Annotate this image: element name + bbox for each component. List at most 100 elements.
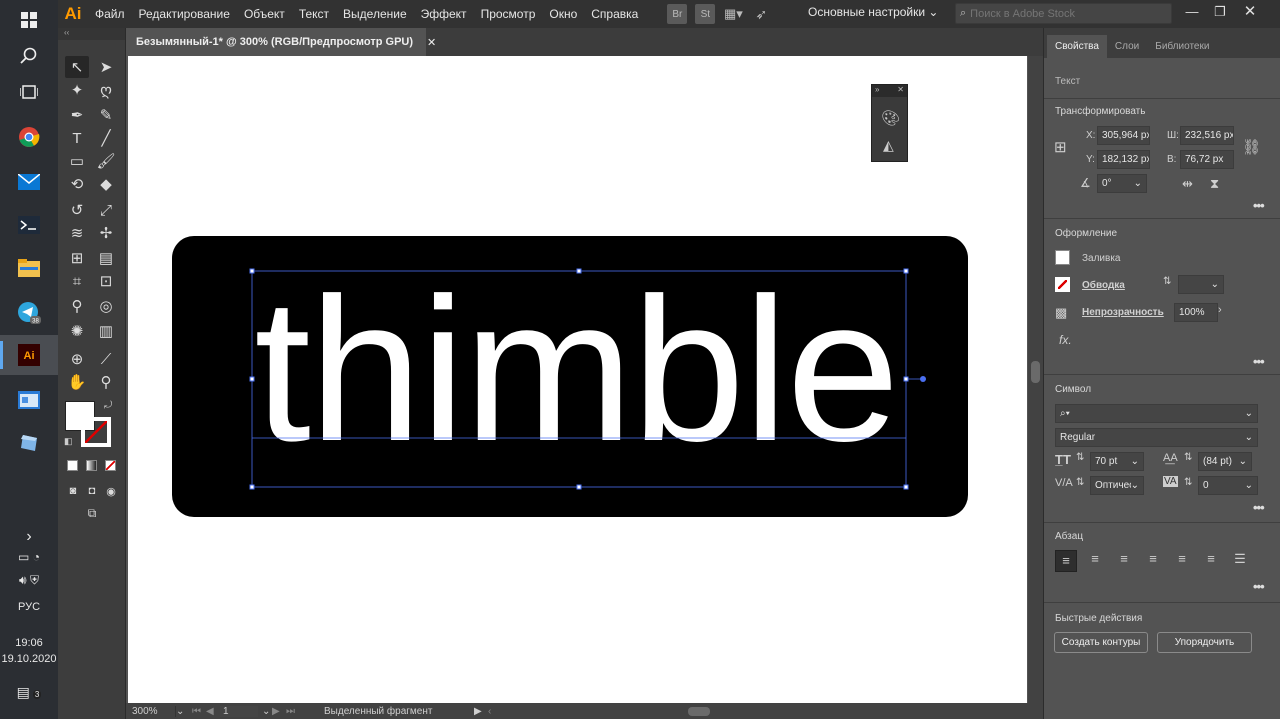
justify-left-icon[interactable]: ≡ (1142, 551, 1164, 566)
close-tab-icon[interactable]: ✕ (427, 36, 436, 49)
mesh-tool-icon[interactable]: ⌗ (65, 270, 89, 292)
align-left-icon[interactable]: ≡ (1055, 550, 1077, 572)
arrange-button[interactable]: Упорядочить (1157, 632, 1252, 653)
more-options-icon[interactable]: ••• (1253, 579, 1265, 594)
angle-field[interactable]: 0° ⌄ (1097, 174, 1147, 193)
hand-tool-icon[interactable]: ✋ (65, 371, 89, 393)
perspective-grid-tool-icon[interactable]: ⊡ (94, 270, 118, 292)
opacity-arrow-icon[interactable]: › (1218, 304, 1222, 316)
arrange-documents-icon[interactable]: ▦▾ (723, 4, 743, 24)
show-hidden-icons-chevron[interactable]: › (0, 528, 58, 546)
scale-tool-icon[interactable]: ⤢ (94, 199, 118, 221)
curvature-tool-icon[interactable]: ✎ (94, 104, 118, 126)
document-tab[interactable]: Безымянный-1* @ 300% (RGB/Предпросмотр G… (126, 28, 436, 56)
lasso-tool-icon[interactable]: ღ (94, 79, 118, 101)
more-options-icon[interactable]: ••• (1253, 354, 1265, 369)
width-field[interactable]: 232,516 px (1180, 126, 1234, 145)
stock-search-box[interactable]: ⌕ (955, 3, 1172, 24)
tab-properties[interactable]: Свойства (1047, 35, 1107, 58)
justify-center-icon[interactable]: ≡ (1171, 551, 1193, 566)
stroke-weight-field[interactable]: ⌄ (1178, 275, 1224, 294)
stock-search-input[interactable] (970, 7, 1151, 20)
restore-button[interactable]: ❐ (1205, 2, 1235, 22)
tracking-chevron-icon[interactable]: ⌄ (1245, 477, 1253, 494)
tracking-stepper-icon[interactable]: ⇅ (1184, 477, 1192, 488)
justify-right-icon[interactable]: ≡ (1200, 551, 1222, 566)
opacity-label[interactable]: Непрозрачность (1082, 307, 1164, 318)
task-view-button[interactable] (0, 72, 58, 112)
leading-field[interactable]: (84 pt) ⌄ (1198, 452, 1252, 471)
image-trace-icon[interactable]: ◭ (883, 137, 894, 154)
zoom-chevron-icon[interactable]: ⌄ (176, 706, 192, 717)
pen-tool-icon[interactable]: ✒ (65, 104, 89, 126)
font-size-field[interactable]: 70 pt ⌄ (1090, 452, 1144, 471)
constrain-proportions-icon[interactable]: ⛓ (1242, 138, 1261, 156)
blend-tool-icon[interactable]: ◎ (94, 295, 118, 317)
close-window-button[interactable]: ✕ (1235, 2, 1265, 22)
font-family-field[interactable]: ⌕▾ ⌄ (1055, 404, 1258, 423)
menu-file[interactable]: Файл (88, 7, 132, 21)
reference-point-icon[interactable]: ⊞ (1054, 138, 1067, 156)
direct-selection-tool-icon[interactable]: ➤ (94, 56, 118, 78)
line-tool-icon[interactable]: ╱ (94, 127, 118, 149)
artboard-chevron-icon[interactable]: ⌄ (258, 706, 272, 717)
menu-view[interactable]: Просмотр (474, 7, 543, 21)
tray-language[interactable]: РУС (0, 601, 58, 613)
menu-window[interactable]: Окно (542, 7, 584, 21)
font-size-chevron-icon[interactable]: ⌄ (1131, 453, 1139, 470)
artboard-tool-icon[interactable]: ⊕ (65, 348, 89, 370)
gradient-tool-icon[interactable]: ▤ (94, 247, 118, 269)
tracking-field[interactable]: 0 ⌄ (1198, 476, 1258, 495)
scrollbar-thumb[interactable] (1031, 361, 1040, 383)
tray-clock-date[interactable]: 19.10.2020 (0, 653, 58, 665)
eyedropper-tool-icon[interactable]: ⚲ (65, 295, 89, 317)
taskbar-mail[interactable] (0, 162, 58, 202)
stroke-swatch[interactable] (81, 417, 111, 447)
opacity-field[interactable]: 100% (1174, 303, 1218, 322)
minimize-button[interactable]: — (1177, 2, 1207, 22)
gradient-mode-button[interactable] (86, 460, 97, 471)
notifications-button[interactable]: ▤ 3 (0, 684, 58, 701)
tools-panel-header[interactable]: ‹‹ (58, 28, 125, 40)
shaper-tool-icon[interactable]: ⟲ (65, 173, 89, 195)
menu-effect[interactable]: Эффект (414, 7, 474, 21)
font-style-field[interactable]: Regular ⌄ (1055, 428, 1258, 447)
workspace-switcher[interactable]: Основные настройки ⌄ (808, 5, 938, 19)
taskbar-app-window[interactable] (0, 380, 58, 420)
stroke-color-swatch[interactable] (1055, 277, 1070, 292)
none-mode-button[interactable] (105, 460, 116, 471)
slice-tool-icon[interactable]: ⟋ (94, 348, 118, 370)
y-field[interactable]: 182,132 px (1097, 150, 1150, 169)
more-options-icon[interactable]: ••• (1253, 198, 1265, 213)
draw-inside-icon[interactable]: ◉ (99, 480, 123, 502)
stroke-weight-stepper-icon[interactable]: ⇅ (1163, 276, 1171, 287)
type-tool-icon[interactable]: T (65, 127, 89, 149)
first-artboard-icon[interactable]: ⏮ (192, 706, 206, 717)
status-scroll-left-icon[interactable]: ‹ (488, 706, 688, 717)
stroke-chevron-icon[interactable]: ⌄ (1211, 276, 1219, 293)
swap-fill-stroke-icon[interactable]: ⤾ (104, 400, 112, 411)
mini-panel-header[interactable]: » ✕ (872, 85, 907, 97)
taskbar-app-cube[interactable] (0, 423, 58, 463)
kerning-chevron-icon[interactable]: ⌄ (1130, 477, 1139, 494)
shape-builder-tool-icon[interactable]: ⊞ (65, 247, 89, 269)
eraser-tool-icon[interactable]: ◆ (94, 173, 118, 195)
taskbar-telegram[interactable]: 38 (0, 293, 58, 333)
search-button[interactable] (0, 36, 58, 76)
menu-object[interactable]: Объект (237, 7, 292, 21)
leading-chevron-icon[interactable]: ⌄ (1239, 453, 1247, 470)
angle-chevron-icon[interactable]: ⌄ (1134, 175, 1142, 192)
magic-wand-tool-icon[interactable]: ✦ (65, 79, 89, 101)
menu-edit[interactable]: Редактирование (132, 7, 237, 21)
font-family-chevron-icon[interactable]: ⌄ (1245, 405, 1253, 422)
kerning-stepper-icon[interactable]: ⇅ (1076, 477, 1084, 488)
change-screen-mode-icon[interactable]: ⧉ (80, 502, 104, 524)
taskbar-chrome[interactable] (0, 117, 58, 157)
selection-tool-icon[interactable]: ↖ (65, 56, 89, 78)
create-outlines-button[interactable]: Создать контуры (1054, 632, 1148, 653)
start-button[interactable] (0, 0, 58, 40)
zoom-tool-icon[interactable]: ⚲ (94, 371, 118, 393)
symbol-sprayer-tool-icon[interactable]: ✺ (65, 320, 89, 342)
menu-help[interactable]: Справка (584, 7, 645, 21)
taskbar-illustrator[interactable]: Ai (0, 335, 58, 375)
